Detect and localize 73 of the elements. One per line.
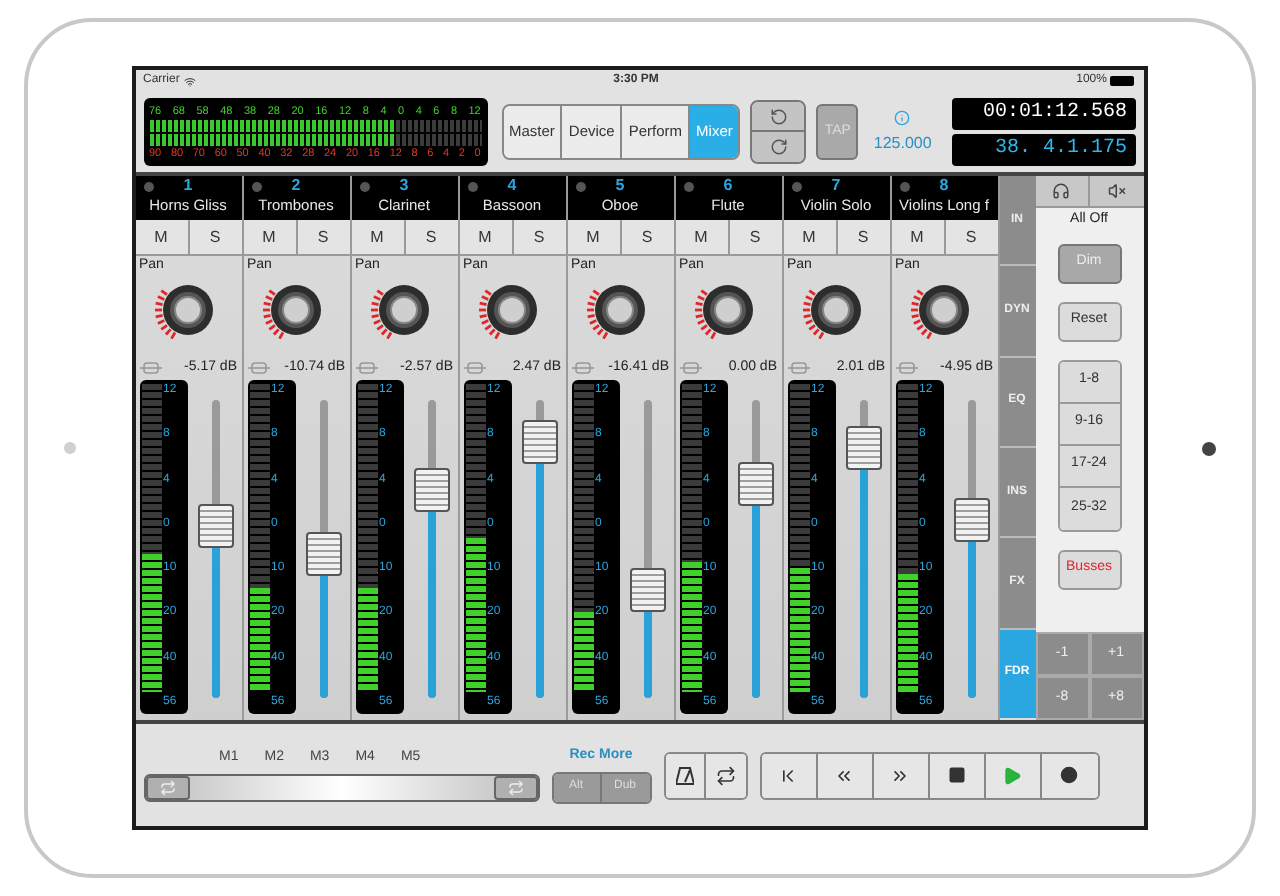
headphones-icon (1052, 182, 1071, 200)
led-icon (467, 182, 477, 192)
led-icon (251, 182, 261, 192)
solo-button[interactable]: S (513, 220, 565, 254)
mute-button[interactable]: M (243, 220, 297, 254)
fader-thumb[interactable] (953, 497, 989, 542)
camera-icon (64, 442, 76, 454)
loop-start-button[interactable] (145, 775, 189, 800)
rewind-to-start-button[interactable] (761, 753, 817, 797)
stop-icon (947, 766, 965, 784)
channel-number: 1 (183, 176, 193, 196)
record-button[interactable] (1041, 753, 1097, 797)
solo-button[interactable]: S (729, 220, 781, 254)
speaker-muted-icon (1107, 182, 1126, 200)
loop-end-button[interactable] (493, 775, 537, 800)
mute-button[interactable]: M (459, 220, 513, 254)
solo-button[interactable]: S (837, 220, 889, 254)
channel-number: 4 (507, 176, 517, 196)
undo-button[interactable] (752, 102, 805, 132)
led-icon (575, 182, 585, 192)
mute-button[interactable]: M (135, 220, 189, 254)
time-display: 00:01:12.568 (951, 98, 1135, 130)
mute-button[interactable]: M (567, 220, 621, 254)
home-button[interactable] (1202, 441, 1216, 455)
fader-thumb[interactable] (521, 419, 557, 464)
channel-number: 2 (291, 176, 301, 196)
solo-button[interactable]: S (189, 220, 241, 254)
mute-button[interactable]: M (351, 220, 405, 254)
led-icon (791, 182, 801, 192)
fader-thumb[interactable] (629, 568, 665, 613)
solo-button[interactable]: S (297, 220, 349, 254)
mute-all-button[interactable] (1090, 176, 1143, 206)
loop-icon (507, 779, 523, 796)
fader-thumb[interactable] (737, 461, 773, 506)
led-icon (683, 182, 693, 192)
channel-number: 6 (723, 176, 733, 196)
channel-number: 3 (399, 176, 409, 196)
loop-icon (159, 779, 175, 796)
solo-button[interactable]: S (405, 220, 457, 254)
rewind-button[interactable] (817, 753, 873, 797)
redo-icon (769, 138, 788, 156)
battery-icon (1110, 76, 1135, 86)
metronome-button[interactable] (665, 753, 705, 797)
fader-thumb[interactable] (845, 425, 881, 470)
led-icon (359, 182, 369, 192)
undo-icon (769, 107, 788, 125)
solo-button[interactable]: S (945, 220, 997, 254)
skip-to-start-icon (778, 765, 798, 785)
metronome-icon (675, 765, 693, 785)
redo-button[interactable] (752, 132, 805, 162)
play-icon (1002, 765, 1022, 785)
loop-icon (715, 765, 735, 785)
solo-button[interactable]: S (621, 220, 673, 254)
headphones-button[interactable] (1035, 176, 1090, 206)
channel-number: 8 (939, 176, 949, 196)
record-icon (1060, 766, 1078, 784)
stop-button[interactable] (929, 753, 985, 797)
fast-forward-icon (890, 765, 910, 785)
fader-thumb[interactable] (413, 467, 449, 512)
loop-button[interactable] (705, 753, 745, 797)
led-icon (143, 182, 153, 192)
channel-number: 7 (831, 176, 841, 196)
wifi-icon (183, 75, 196, 87)
fader-thumb[interactable] (305, 532, 341, 577)
led-icon (899, 182, 909, 192)
mute-button[interactable]: M (675, 220, 729, 254)
tempo-readout: 125.000 (873, 131, 932, 155)
rewind-icon (834, 765, 854, 785)
channel-number: 5 (615, 176, 625, 196)
fader-thumb[interactable] (197, 503, 233, 548)
mute-button[interactable]: M (783, 220, 837, 254)
mute-button[interactable]: M (891, 220, 945, 254)
position-display: 38. 4.1.175 (951, 134, 1135, 166)
